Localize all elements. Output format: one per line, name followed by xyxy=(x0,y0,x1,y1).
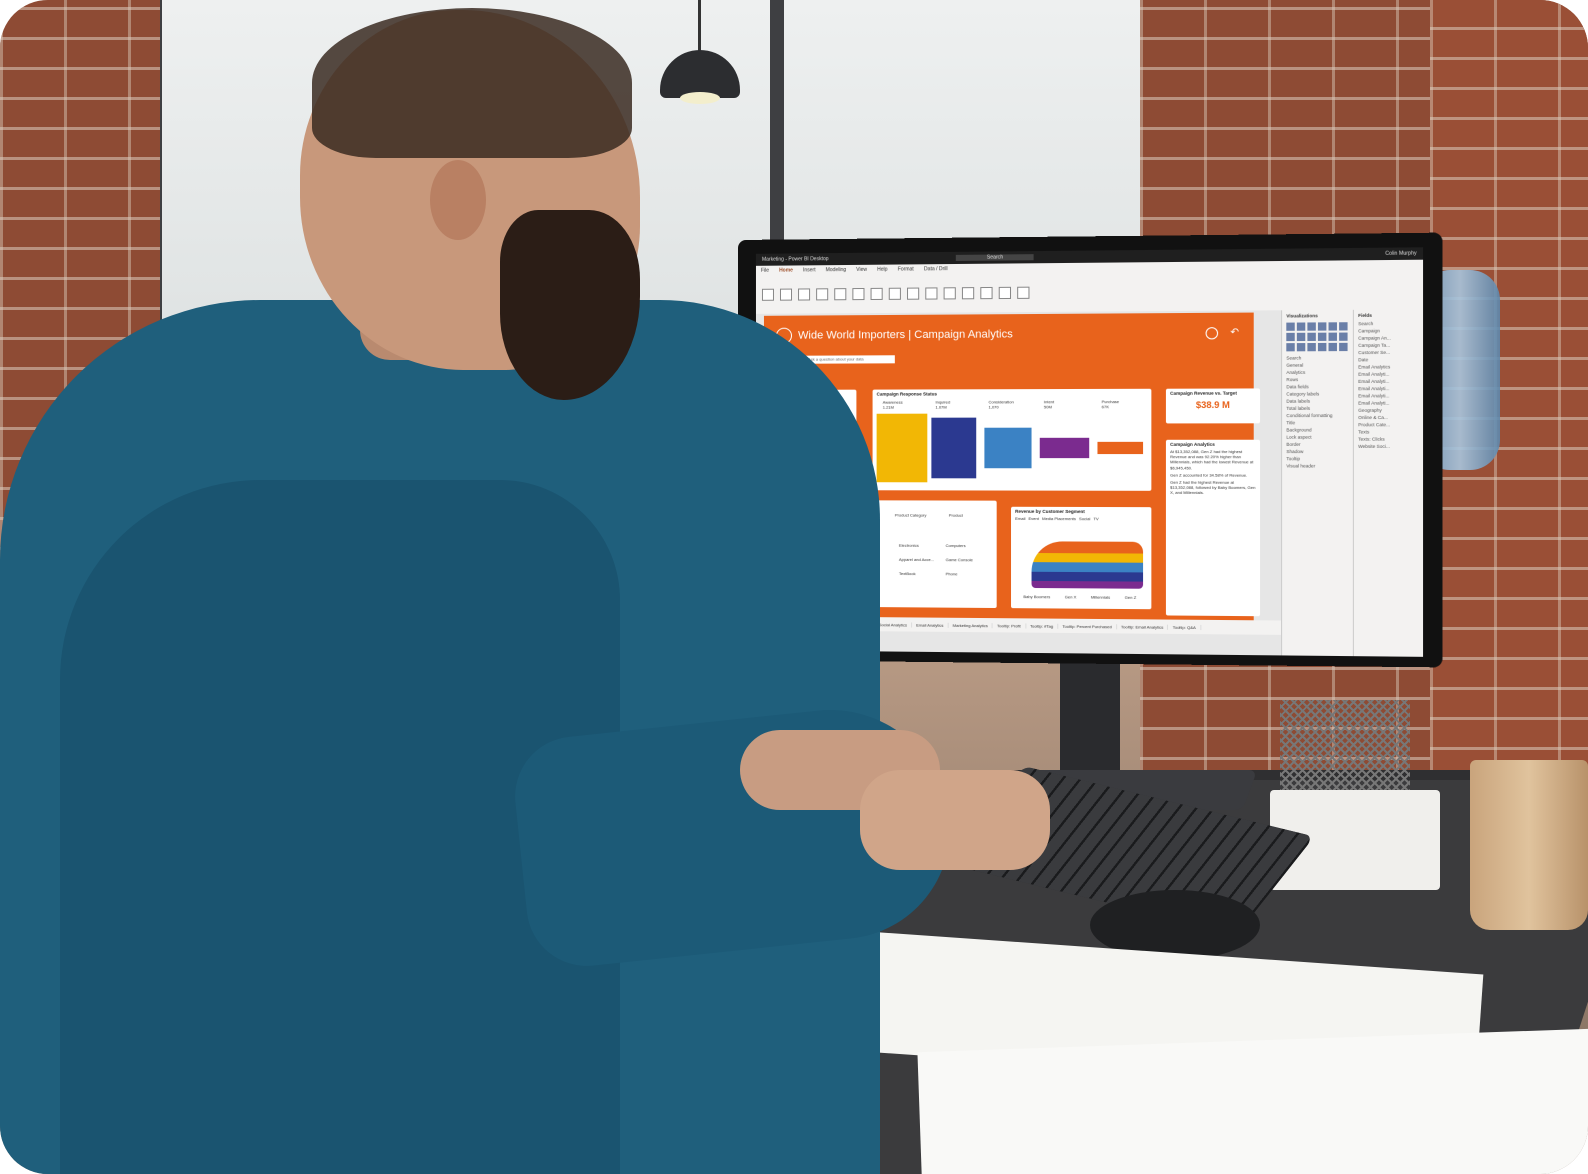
field-table[interactable]: Email Analyti... xyxy=(1358,379,1420,384)
fields-pane: Fields Search Campaign Campaign An... Ca… xyxy=(1353,309,1423,657)
pane-title: Visualizations xyxy=(1286,313,1349,319)
narrative-text: Gen Z accounted for 34.58% of Revenue. xyxy=(1170,472,1256,477)
hair xyxy=(312,8,632,158)
field-table[interactable]: Campaign xyxy=(1358,328,1420,334)
format-section[interactable]: Category labels xyxy=(1286,391,1349,396)
ribbon-chart-area[interactable] xyxy=(1032,541,1144,588)
page-tab[interactable]: Tooltip: Percent Purchased xyxy=(1058,623,1117,629)
info-icon[interactable] xyxy=(1206,327,1219,339)
format-section[interactable]: Total labels xyxy=(1286,406,1349,411)
legend-item: Media Placements xyxy=(1042,516,1076,521)
format-section[interactable]: Visual header xyxy=(1286,463,1349,468)
axis-label: Gen X xyxy=(1065,594,1077,599)
format-section[interactable]: Background xyxy=(1286,427,1349,432)
man-at-desk xyxy=(0,0,1040,1174)
visual-type-grid[interactable] xyxy=(1286,322,1349,351)
revenue-target-card[interactable]: Campaign Revenue vs. Target $38.9 M xyxy=(1166,388,1260,423)
field-table[interactable]: Website Soci... xyxy=(1358,444,1420,449)
format-section[interactable]: General xyxy=(1286,362,1349,367)
legend-item: Social xyxy=(1079,516,1090,521)
visualizations-pane: Visualizations Search General Analytics … xyxy=(1281,310,1354,656)
right-hand xyxy=(860,770,1050,870)
field-table[interactable]: Campaign An... xyxy=(1358,335,1420,340)
field-table[interactable]: Product Cate... xyxy=(1358,422,1420,427)
kpi-value: $38.9 M xyxy=(1166,400,1260,410)
legend-item: TV xyxy=(1093,516,1098,521)
photo-scene: Marketing - Power BI Desktop Search Coli… xyxy=(0,0,1588,1174)
stage-label: Intent 50M xyxy=(1044,399,1054,409)
field-table[interactable]: Texts: Clicks xyxy=(1358,437,1420,442)
format-section[interactable]: Rows xyxy=(1286,377,1349,382)
user-name[interactable]: Colin Murphy xyxy=(1385,250,1416,256)
page-tab[interactable]: Tooltip: Email Analytics xyxy=(1117,624,1169,630)
field-table[interactable]: Email Analyti... xyxy=(1358,371,1420,376)
ear xyxy=(430,160,486,240)
pane-search[interactable]: Search xyxy=(1358,321,1420,327)
field-table[interactable]: Email Analytics xyxy=(1358,364,1420,369)
format-section[interactable]: Lock aspect xyxy=(1286,435,1349,440)
narrative-title: Campaign Analytics xyxy=(1170,442,1256,447)
narrative-text: Gen Z had the highest Revenue at $13,352… xyxy=(1170,480,1256,496)
field-table[interactable]: Customer Se... xyxy=(1358,350,1420,355)
format-section[interactable]: Title xyxy=(1286,420,1349,425)
pane-search[interactable]: Search xyxy=(1286,355,1349,360)
axis-label: Gen Z xyxy=(1125,595,1137,600)
axis-label: Millennials xyxy=(1091,595,1110,600)
format-section[interactable]: Shadow xyxy=(1286,449,1349,454)
x-axis-labels: Baby Boomers Gen X Millennials Gen Z xyxy=(1023,594,1136,600)
narrative-text: At $13,352,088, Gen Z had the highest Re… xyxy=(1170,449,1256,470)
format-section[interactable]: Data labels xyxy=(1286,398,1349,403)
stage-label: Purchase 67K xyxy=(1102,399,1119,409)
kpi-title: Campaign Revenue vs. Target xyxy=(1170,390,1256,395)
field-table[interactable]: Email Analyti... xyxy=(1358,386,1420,391)
field-table[interactable]: Geography xyxy=(1358,408,1420,413)
field-table[interactable]: Date xyxy=(1358,357,1420,362)
field-table[interactable]: Texts xyxy=(1358,429,1420,434)
field-table[interactable]: Email Analyti... xyxy=(1358,393,1420,398)
field-table[interactable]: Email Analyti... xyxy=(1358,400,1420,405)
field-table[interactable]: Campaign Ta... xyxy=(1358,342,1420,347)
format-section[interactable]: Border xyxy=(1286,442,1349,447)
pencil-holder xyxy=(1280,700,1410,800)
funnel-bar-intent[interactable] xyxy=(1040,438,1089,458)
funnel-bar-purchase[interactable] xyxy=(1097,442,1143,454)
monitor-stand xyxy=(1060,650,1120,790)
field-table[interactable]: Online & Ca... xyxy=(1358,415,1420,420)
reset-icon[interactable]: ↶ xyxy=(1230,327,1239,338)
format-section[interactable]: Tooltip xyxy=(1286,456,1349,461)
format-section[interactable]: Conditional formatting xyxy=(1286,413,1349,418)
campaign-analytics-narrative[interactable]: Campaign Analytics At $13,352,088, Gen Z… xyxy=(1166,440,1260,616)
pane-title: Fields xyxy=(1358,312,1420,318)
page-tab[interactable]: Tooltip: Q&A xyxy=(1169,624,1202,629)
format-section[interactable]: Analytics xyxy=(1286,370,1349,375)
format-section[interactable]: Data fields xyxy=(1286,384,1349,389)
paper-cup xyxy=(1470,760,1588,930)
